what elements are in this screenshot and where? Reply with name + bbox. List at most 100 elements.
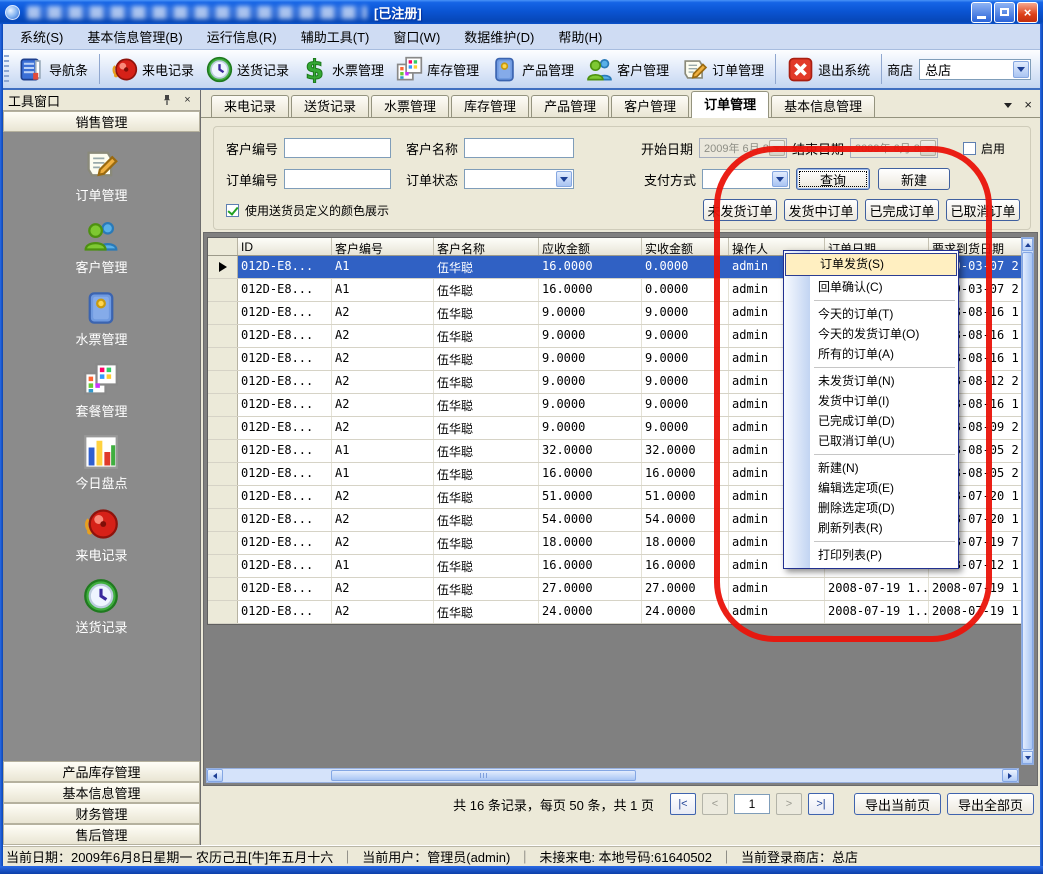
context-menu-item[interactable]: 所有的订单(A) <box>784 344 958 364</box>
maximize-button[interactable] <box>994 2 1015 23</box>
delivery-color-checkbox[interactable] <box>226 204 239 217</box>
toolbar-button[interactable]: $水票管理 <box>295 54 390 85</box>
column-header[interactable]: 应收金额 <box>539 238 642 255</box>
toolbar-button[interactable]: 客户管理 <box>580 54 675 85</box>
table-row[interactable]: 012D-E8...A2伍华聪24.000024.0000admin2008-0… <box>208 601 1024 624</box>
table-row[interactable]: 012D-E8...A2伍华聪27.000027.0000admin2008-0… <box>208 578 1024 601</box>
column-header[interactable]: ID <box>238 238 332 255</box>
menubar-item[interactable]: 运行信息(R) <box>197 24 287 49</box>
column-header[interactable]: 客户名称 <box>434 238 539 255</box>
row-selector[interactable] <box>208 440 238 462</box>
sidebar-group-sales[interactable]: 销售管理 <box>3 111 200 132</box>
row-selector[interactable] <box>208 601 238 623</box>
next-page-button[interactable]: > <box>776 793 802 815</box>
tab-1[interactable]: 来电记录 <box>211 95 289 117</box>
close-icon[interactable]: × <box>180 93 195 108</box>
toolbar-grip[interactable] <box>4 55 9 83</box>
context-menu-item[interactable]: 删除选定项(D) <box>784 498 958 518</box>
status-filter-button[interactable]: 未发货订单 <box>703 199 777 221</box>
tab-2[interactable]: 送货记录 <box>291 95 369 117</box>
scroll-left-icon[interactable] <box>207 769 223 782</box>
context-menu-item[interactable]: 已完成订单(D) <box>784 411 958 431</box>
tab-4[interactable]: 库存管理 <box>451 95 529 117</box>
new-button[interactable]: 新建 <box>878 168 950 190</box>
first-page-button[interactable]: |< <box>670 793 696 815</box>
close-button[interactable]: × <box>1017 2 1038 23</box>
context-menu-item[interactable]: 新建(N) <box>784 458 958 478</box>
toolbar-button[interactable]: 产品管理 <box>485 54 580 85</box>
scroll-right-icon[interactable] <box>1002 769 1018 782</box>
export-current-page-button[interactable]: 导出当前页 <box>854 793 941 815</box>
sidebar-item[interactable]: 送货记录 <box>75 578 127 636</box>
row-selector[interactable] <box>208 509 238 531</box>
row-selector[interactable] <box>208 348 238 370</box>
row-selector[interactable] <box>208 302 238 324</box>
row-selector[interactable] <box>208 371 238 393</box>
context-menu-item[interactable]: 打印列表(P) <box>784 545 958 565</box>
tab-8[interactable]: 基本信息管理 <box>771 95 875 117</box>
toolbar-button[interactable]: 来电记录 <box>105 54 200 85</box>
sidebar-item[interactable]: 水票管理 <box>75 290 127 348</box>
menubar-item[interactable]: 数据维护(D) <box>454 24 544 49</box>
row-selector[interactable] <box>208 325 238 347</box>
sidebar-item[interactable]: 今日盘点 <box>75 434 127 492</box>
column-header[interactable]: 客户编号 <box>332 238 434 255</box>
order-no-input[interactable] <box>284 169 391 189</box>
end-date-picker[interactable]: 2009年 6月 8日 <box>850 138 938 158</box>
row-selector[interactable] <box>208 463 238 485</box>
vertical-scrollbar[interactable] <box>1021 237 1034 765</box>
chevron-down-icon[interactable] <box>772 171 788 187</box>
status-filter-button[interactable]: 已完成订单 <box>865 199 939 221</box>
start-date-picker[interactable]: 2009年 6月 8日 <box>699 138 787 158</box>
menubar-item[interactable]: 辅助工具(T) <box>291 24 380 49</box>
row-selector[interactable] <box>208 486 238 508</box>
menubar-item[interactable]: 窗口(W) <box>383 24 450 49</box>
context-menu-item[interactable]: 发货中订单(I) <box>784 391 958 411</box>
context-menu-item[interactable]: 订单发货(S) <box>785 253 957 276</box>
row-selector[interactable] <box>208 417 238 439</box>
row-selector[interactable] <box>208 394 238 416</box>
scroll-down-icon[interactable] <box>1022 751 1033 764</box>
sidebar-item[interactable]: 订单管理 <box>75 146 127 204</box>
horizontal-scrollbar[interactable] <box>206 768 1019 783</box>
status-filter-button[interactable]: 发货中订单 <box>784 199 858 221</box>
toolbar-button[interactable]: 退出系统 <box>781 54 876 85</box>
sidebar-item[interactable]: 套餐管理 <box>75 362 127 420</box>
tab-3[interactable]: 水票管理 <box>371 95 449 117</box>
pay-method-select[interactable] <box>702 169 790 189</box>
close-icon[interactable]: × <box>1024 100 1032 110</box>
query-button[interactable]: 查询 <box>796 168 870 190</box>
tab-6[interactable]: 客户管理 <box>611 95 689 117</box>
menubar-item[interactable]: 基本信息管理(B) <box>77 24 192 49</box>
toolbar-button[interactable]: 库存管理 <box>390 54 485 85</box>
row-selector[interactable] <box>208 256 238 278</box>
horizontal-scroll-thumb[interactable] <box>331 770 636 781</box>
status-filter-button[interactable]: 已取消订单 <box>946 199 1020 221</box>
prev-page-button[interactable]: < <box>702 793 728 815</box>
sidebar-group[interactable]: 基本信息管理 <box>3 782 200 803</box>
scroll-up-icon[interactable] <box>1022 238 1033 251</box>
chevron-down-icon[interactable] <box>556 171 572 187</box>
sidebar-group[interactable]: 售后管理 <box>3 824 200 845</box>
menubar-item[interactable]: 系统(S) <box>10 24 73 49</box>
context-menu-item[interactable]: 回单确认(C) <box>784 277 958 297</box>
column-header[interactable]: 实收金额 <box>642 238 729 255</box>
store-select[interactable]: 总店 <box>919 59 1031 80</box>
context-menu-item[interactable]: 编辑选定项(E) <box>784 478 958 498</box>
context-menu-item[interactable]: 今天的发货订单(O) <box>784 324 958 344</box>
sidebar-item[interactable]: 来电记录 <box>75 506 127 564</box>
context-menu-item[interactable]: 未发货订单(N) <box>784 371 958 391</box>
sidebar-group[interactable]: 财务管理 <box>3 803 200 824</box>
pin-icon[interactable] <box>159 93 174 108</box>
context-menu-item[interactable]: 已取消订单(U) <box>784 431 958 451</box>
order-status-select[interactable] <box>464 169 574 189</box>
toolbar-button[interactable]: 导航条 <box>12 54 94 85</box>
customer-no-input[interactable] <box>284 138 391 158</box>
row-selector[interactable] <box>208 532 238 554</box>
sidebar-item[interactable]: 客户管理 <box>75 218 127 276</box>
export-all-pages-button[interactable]: 导出全部页 <box>947 793 1034 815</box>
context-menu-item[interactable]: 刷新列表(R) <box>784 518 958 538</box>
enable-checkbox[interactable] <box>963 142 976 155</box>
chevron-down-icon[interactable] <box>1004 103 1012 108</box>
row-selector[interactable] <box>208 555 238 577</box>
